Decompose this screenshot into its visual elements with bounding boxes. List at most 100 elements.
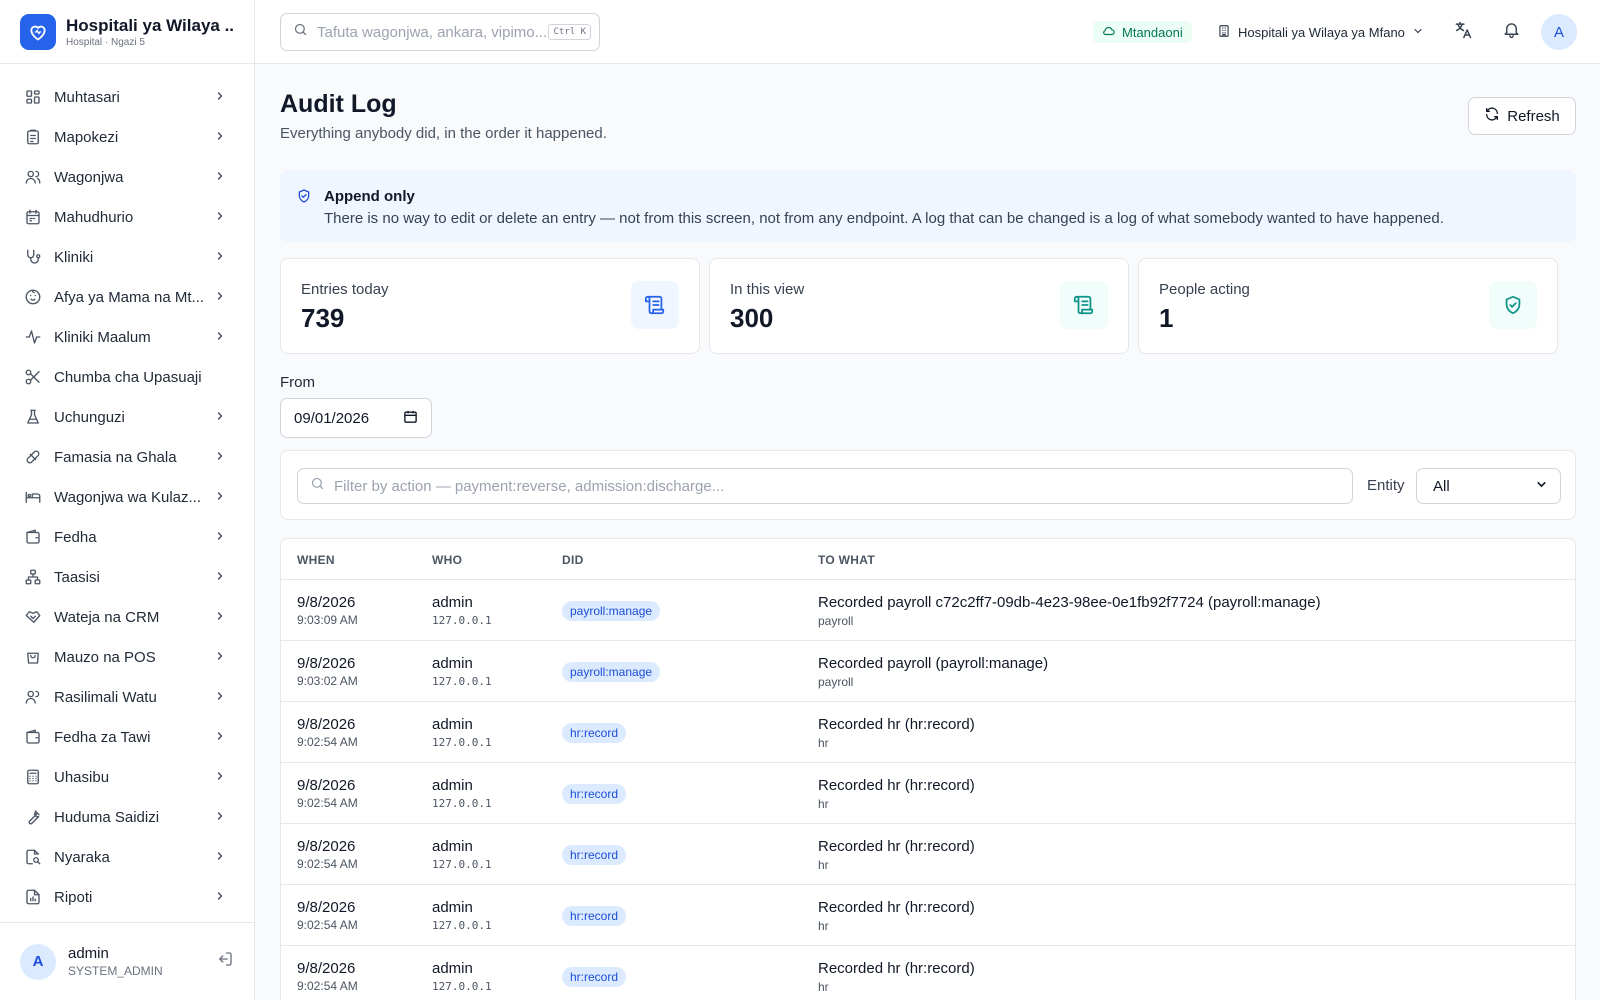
page-subtitle: Everything anybody did, in the order it … [280,125,607,142]
user-profile: A admin SYSTEM_ADMIN [0,922,254,1000]
entry-time: 9:02:54 AM [297,796,358,810]
entry-ip: 127.0.0.1 [432,675,492,688]
table-row[interactable]: 9/8/2026 9:03:09 AM admin 127.0.0.1 payroll:… [281,580,1575,641]
entry-date: 9/8/2026 [297,594,356,611]
entry-time: 9:02:54 AM [297,857,358,871]
brand-subtitle: Hospital · Ngazi 5 [66,36,145,48]
action-filter-input[interactable] [334,477,1340,495]
sidebar-item-wateja-na-crm[interactable]: Wateja na CRM [0,597,254,637]
stat-card: In this view 300 [709,258,1129,354]
sidebar-item-wagonjwa-wa-kulaz[interactable]: Wagonjwa wa Kulaz... [0,477,254,517]
chevron-right-icon [214,569,226,585]
sidebar-item-label: Wateja na CRM [54,608,160,626]
from-date-value: 09/01/2026 [294,409,370,427]
stat-label: Entries today [301,281,389,298]
calculator-icon [24,768,42,786]
stat-card: Entries today 739 [280,258,700,354]
scissors-icon [24,368,42,386]
sidebar-item-kliniki[interactable]: Kliniki [0,237,254,277]
entry-time: 9:02:54 AM [297,979,358,993]
sidebar-item-rasilimali-watu[interactable]: Rasilimali Watu [0,677,254,717]
sidebar-item-fedha-za-tawi[interactable]: Fedha za Tawi [0,717,254,757]
sidebar-item-uchunguzi[interactable]: Uchunguzi [0,397,254,437]
brand-name: Hospitali ya Wilaya ... [66,15,234,35]
global-search[interactable]: Ctrl K [280,13,600,51]
entity-select[interactable]: All [1416,468,1561,504]
from-date-input[interactable]: 09/01/2026 [280,398,432,438]
table-row[interactable]: 9/8/2026 9:03:02 AM admin 127.0.0.1 payroll:… [281,641,1575,702]
sidebar-item-label: Mapokezi [54,128,119,146]
sidebar-item-label: Muhtasari [54,88,120,106]
sidebar-item-kliniki-maalum[interactable]: Kliniki Maalum [0,317,254,357]
chevron-right-icon [214,809,226,825]
table-row[interactable]: 9/8/2026 9:02:54 AM admin 127.0.0.1 hr:recor… [281,702,1575,763]
logout-icon[interactable] [216,950,234,973]
sidebar-item-famasia-na-ghala[interactable]: Famasia na Ghala [0,437,254,477]
file-search-icon [24,848,42,866]
entity-select-value: All [1433,477,1450,495]
sidebar-item-muhtasari[interactable]: Muhtasari [0,77,254,117]
notice-title: Append only [324,188,415,205]
sidebar-item-wagonjwa[interactable]: Wagonjwa [0,157,254,197]
top-avatar[interactable]: A [1541,14,1577,50]
user-group-icon [24,688,42,706]
sidebar-item-huduma-saidizi[interactable]: Huduma Saidizi [0,797,254,837]
table-row[interactable]: 9/8/2026 9:02:54 AM admin 127.0.0.1 hr:recor… [281,824,1575,885]
user-name: admin [68,945,109,962]
table-row[interactable]: 9/8/2026 9:02:54 AM admin 127.0.0.1 hr:recor… [281,885,1575,946]
entry-description: Recorded hr (hr:record) [818,838,975,855]
translate-icon[interactable] [1453,20,1473,45]
entry-entity: hr [818,980,829,994]
scroll-icon [1060,281,1108,329]
brand[interactable]: Hospitali ya Wilaya ... Hospital · Ngazi… [0,0,254,64]
from-label: From [280,374,315,391]
column-header-to-what[interactable]: TO WHAT [818,553,875,567]
sidebar-item-mauzo-na-pos[interactable]: Mauzo na POS [0,637,254,677]
sidebar-item-nyaraka[interactable]: Nyaraka [0,837,254,877]
clipboard-icon [24,128,42,146]
sidebar-item-ripoti[interactable]: Ripoti [0,877,254,917]
column-header-when[interactable]: WHEN [297,553,335,567]
report-icon [24,888,42,906]
sidebar-item-fedha[interactable]: Fedha [0,517,254,557]
column-header-who[interactable]: WHO [432,553,462,567]
calendar-icon[interactable] [403,409,418,428]
action-badge: hr:record [562,967,627,987]
entry-entity: hr [818,797,829,811]
chevron-right-icon [214,289,226,305]
entry-user: admin [432,960,473,977]
sidebar-item-taasisi[interactable]: Taasisi [0,557,254,597]
wallet-icon [24,528,42,546]
entry-date: 9/8/2026 [297,960,356,977]
column-header-did[interactable]: DID [562,553,584,567]
sidebar-item-label: Taasisi [54,568,100,586]
entry-time: 9:03:09 AM [297,613,358,627]
table-row[interactable]: 9/8/2026 9:02:54 AM admin 127.0.0.1 hr:recor… [281,763,1575,824]
entry-user: admin [432,899,473,916]
sidebar-item-mahudhurio[interactable]: Mahudhurio [0,197,254,237]
entry-user: admin [432,777,473,794]
refresh-button[interactable]: Refresh [1468,97,1576,135]
table-row[interactable]: 9/8/2026 9:02:54 AM admin 127.0.0.1 hr:recor… [281,946,1575,1000]
shopping-bag-icon [24,648,42,666]
sidebar-item-mapokezi[interactable]: Mapokezi [0,117,254,157]
sidebar-item-chumba-cha-upasuaji[interactable]: Chumba cha Upasuaji [0,357,254,397]
bell-icon[interactable] [1502,20,1521,44]
sidebar-item-uhasibu[interactable]: Uhasibu [0,757,254,797]
global-search-input[interactable] [317,23,549,41]
user-avatar[interactable]: A [20,943,56,980]
entry-description: Recorded hr (hr:record) [818,899,975,916]
sidebar-item-label: Rasilimali Watu [54,688,157,706]
sidebar-item-label: Uchunguzi [54,408,125,426]
flask-icon [24,408,42,426]
connection-status-badge: Mtandaoni [1093,21,1192,43]
sidebar-item-label: Uhasibu [54,768,110,786]
entry-time: 9:03:02 AM [297,674,358,688]
chevron-right-icon [214,609,226,625]
facility-selector[interactable]: Hospitali ya Wilaya ya Mfano [1217,21,1424,43]
entry-entity: payroll [818,675,854,689]
facility-name: Hospitali ya Wilaya ya Mfano [1238,24,1405,40]
action-badge: payroll:manage [562,601,661,621]
action-filter[interactable] [297,468,1353,504]
sidebar-item-afya-ya-mama-na-mt[interactable]: Afya ya Mama na Mt... [0,277,254,317]
